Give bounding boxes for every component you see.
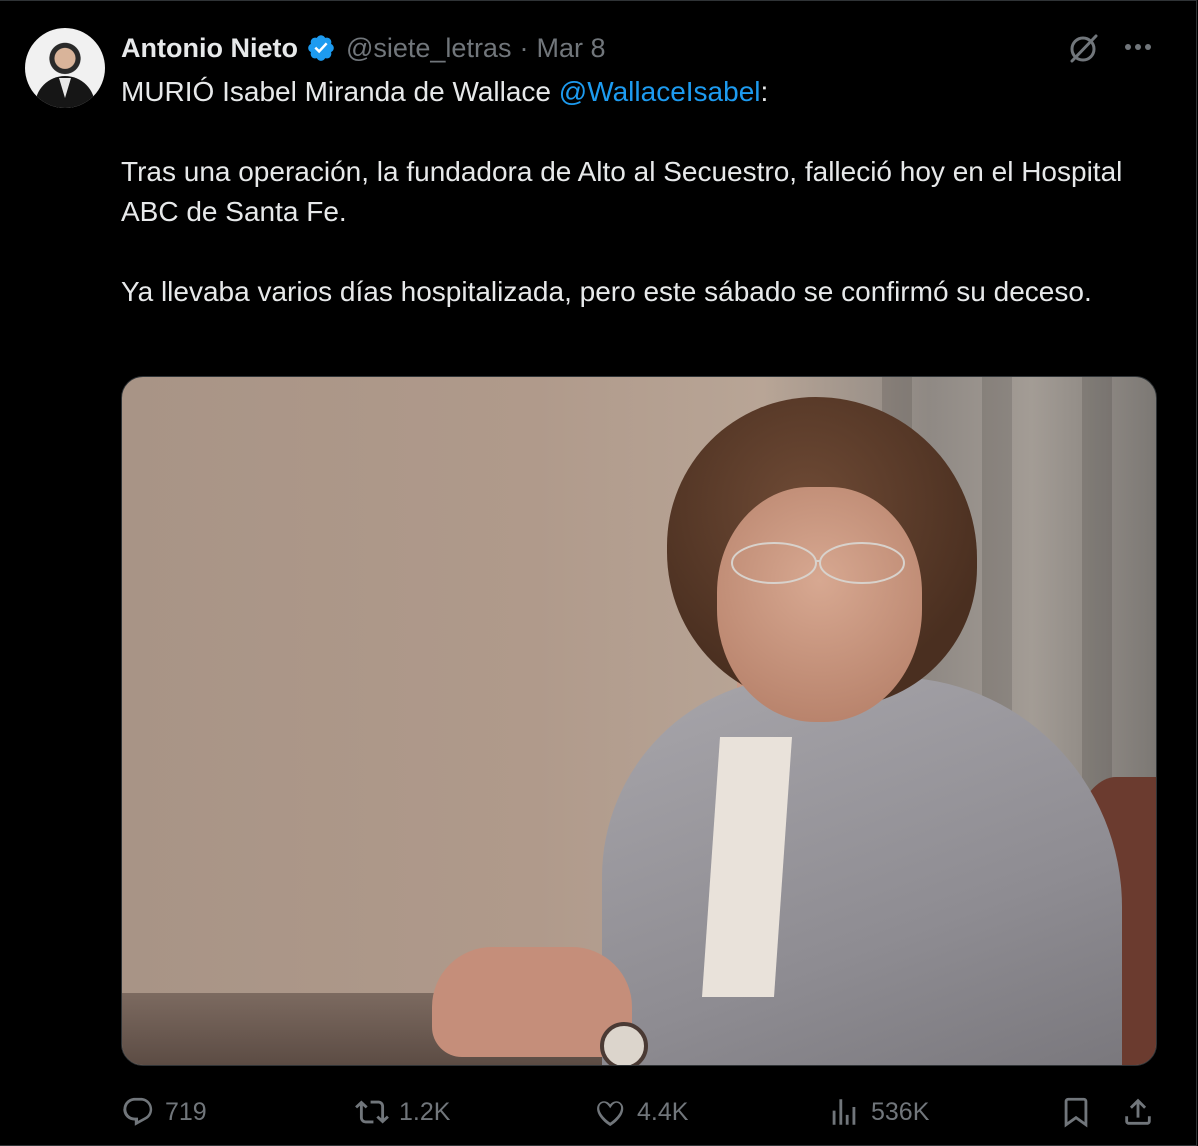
repost-count: 1.2K: [399, 1097, 451, 1126]
tweet-paragraph-3: Ya llevaba varios días hospitalizada, pe…: [121, 276, 1092, 307]
tweet-date[interactable]: Mar 8: [536, 33, 605, 64]
repost-button[interactable]: 1.2K: [355, 1090, 450, 1134]
grok-icon[interactable]: [1066, 30, 1102, 66]
verified-badge-icon: [308, 35, 334, 61]
like-icon: [597, 1101, 624, 1127]
photo-glasses: [731, 542, 905, 584]
author-handle[interactable]: @siete_letras: [346, 33, 511, 64]
separator-dot: ·: [519, 32, 529, 63]
photo-jacket: [602, 677, 1122, 1065]
reply-button[interactable]: 719: [121, 1090, 207, 1134]
views-icon: [832, 1099, 856, 1125]
bookmark-button[interactable]: [1059, 1090, 1093, 1134]
views-button[interactable]: 536K: [827, 1090, 929, 1134]
tweet-line-1: MURIÓ Isabel Miranda de Wallace @Wallace…: [121, 72, 1141, 112]
like-button[interactable]: 4.4K: [593, 1090, 688, 1134]
photo-face: [717, 487, 922, 722]
share-button[interactable]: [1121, 1090, 1155, 1134]
mention-link[interactable]: @WallaceIsabel: [559, 76, 761, 107]
bookmark-icon: [1064, 1097, 1088, 1128]
tweet-text: MURIÓ Isabel Miranda de Wallace @Wallace…: [121, 72, 1141, 312]
action-bar: 719 1.2K 4.4K 536K: [121, 1090, 1157, 1134]
more-icon[interactable]: [1120, 34, 1156, 60]
tweet-paragraph-2: Tras una operación, la fundadora de Alto…: [121, 156, 1123, 227]
reply-count: 719: [165, 1097, 207, 1126]
share-icon: [1125, 1098, 1151, 1125]
avatar[interactable]: [25, 28, 105, 108]
like-count: 4.4K: [637, 1097, 689, 1126]
tweet-line-1-suffix: :: [760, 76, 769, 107]
views-count: 536K: [871, 1097, 930, 1126]
tweet-line-1-prefix: MURIÓ Isabel Miranda de Wallace: [121, 76, 559, 107]
tweet-header: Antonio Nieto @siete_letras · Mar 8: [121, 28, 605, 68]
tweet-photo[interactable]: [121, 376, 1157, 1066]
author-name[interactable]: Antonio Nieto: [121, 33, 298, 64]
reply-icon: [123, 1097, 153, 1126]
photo-watch: [600, 1022, 648, 1065]
repost-icon: [355, 1100, 389, 1124]
